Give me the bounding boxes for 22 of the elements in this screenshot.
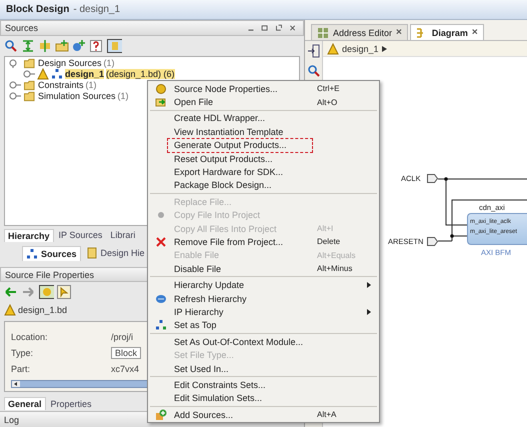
file-name: design_1.bd bbox=[18, 304, 68, 315]
shortcut-label: Alt+A bbox=[317, 410, 338, 420]
shortcut-label: Ctrl+E bbox=[317, 84, 340, 94]
property-value: /proj/i bbox=[111, 332, 134, 342]
panel-title: Source File Properties bbox=[5, 270, 94, 280]
shortcut-label: Alt+Equals bbox=[317, 250, 356, 260]
item-count: (1) bbox=[118, 91, 129, 102]
item-count: (1) bbox=[104, 58, 115, 68]
property-label: Type: bbox=[11, 348, 34, 358]
shortcut-label: Delete bbox=[317, 237, 342, 246]
window-title: Block Design bbox=[6, 4, 70, 15]
window-subtitle: - design_1 bbox=[73, 4, 120, 15]
shortcut-label: Alt+O bbox=[317, 98, 338, 107]
panel-title: Sources bbox=[5, 23, 38, 33]
item-detail: (design_1.bd) (6) bbox=[106, 69, 175, 80]
property-label: Location: bbox=[11, 332, 49, 342]
property-value: xc7vx4 bbox=[111, 364, 140, 374]
shortcut-label: Alt+I bbox=[317, 224, 334, 234]
item-count: (1) bbox=[86, 80, 97, 90]
shortcut-label: Alt+Minus bbox=[317, 264, 354, 274]
panel-title: Log bbox=[4, 414, 20, 425]
property-label: Part: bbox=[11, 364, 32, 374]
